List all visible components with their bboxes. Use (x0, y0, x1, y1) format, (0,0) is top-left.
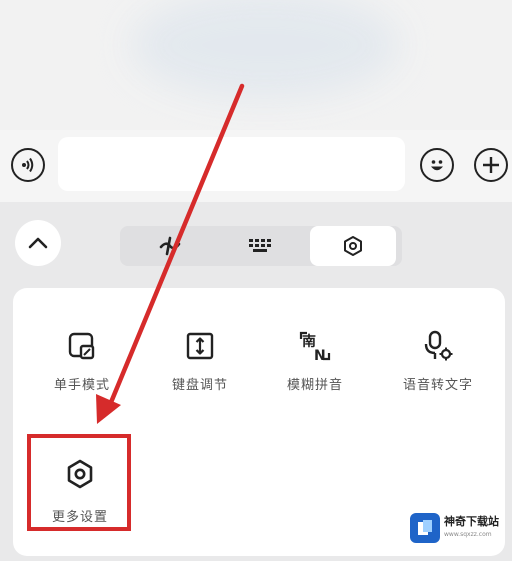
watermark-text: 神奇下载站 www.sqxzz.com (444, 515, 499, 541)
watermark-subtitle: www.sqxzz.com (444, 531, 492, 538)
annotation-arrow (96, 83, 245, 424)
watermark-logo (410, 513, 440, 543)
watermark: 神奇下载站 www.sqxzz.com (410, 508, 512, 548)
watermark-title: 神奇下载站 (444, 515, 499, 528)
